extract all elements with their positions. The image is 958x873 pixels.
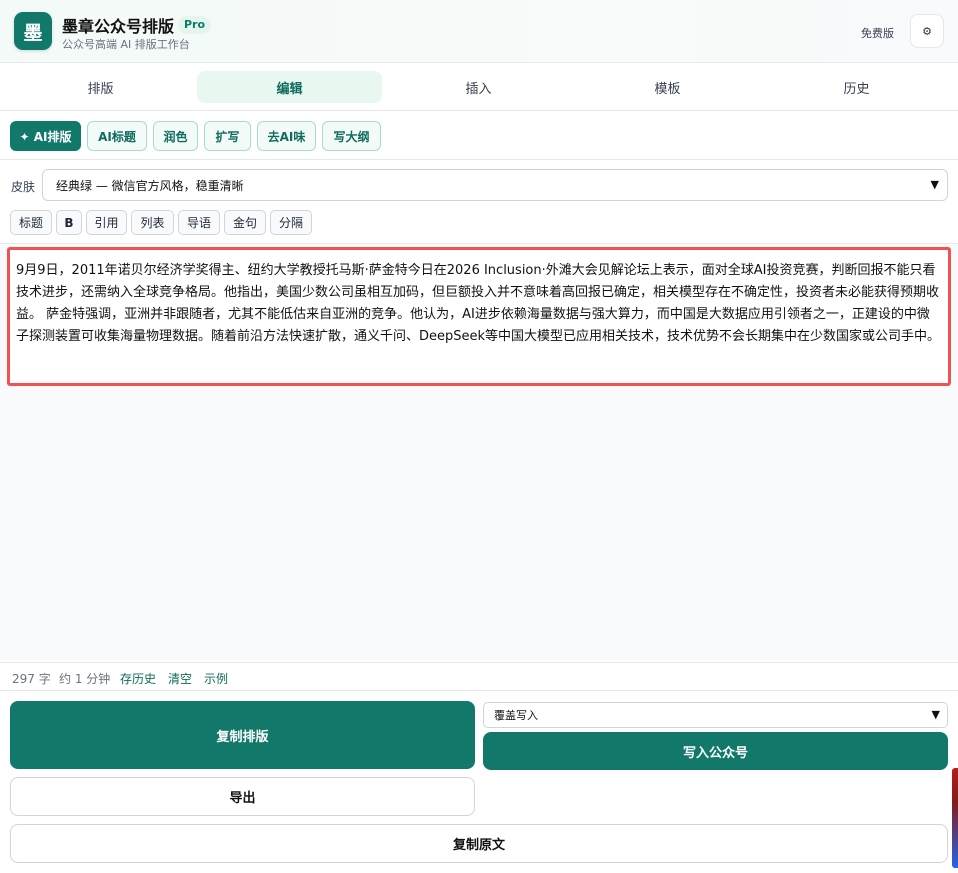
ai-title-button[interactable]: AI标题 [87, 121, 147, 151]
tab-insert[interactable]: 插入 [386, 71, 571, 103]
format-heading-button[interactable]: 标题 [10, 210, 52, 235]
pro-badge: Pro [178, 16, 212, 34]
copy-raw-button[interactable]: 复制原文 [10, 824, 948, 863]
format-bold-button[interactable]: B [56, 210, 82, 235]
chevron-down-icon: ▼ [930, 178, 939, 191]
skin-select[interactable]: 经典绿 — 微信官方风格，稳重清晰 ▼ [42, 169, 948, 201]
tab-history[interactable]: 历史 [764, 71, 949, 103]
read-time: 约 1 分钟 [59, 672, 111, 686]
tab-edit[interactable]: 编辑 [197, 71, 382, 103]
gear-icon: ⚙ [922, 24, 932, 38]
de-ai-button[interactable]: 去AI味 [257, 121, 316, 151]
word-count: 297 字 [12, 672, 51, 686]
settings-button[interactable]: ⚙ [910, 14, 944, 48]
write-mode-value: 覆盖写入 [494, 709, 538, 722]
format-quote-card-button[interactable]: 金句 [224, 210, 266, 235]
outline-button[interactable]: 写大纲 [322, 121, 381, 151]
clear-link[interactable]: 清空 [168, 670, 192, 687]
export-button[interactable]: 导出 [10, 777, 475, 816]
skin-selected-value: 经典绿 — 微信官方风格，稳重清晰 [56, 178, 244, 193]
stats-bar: 297 字 约 1 分钟 存历史 清空 示例 [0, 662, 958, 691]
write-wechat-button[interactable]: 写入公众号 [483, 732, 948, 770]
format-list-button[interactable]: 列表 [131, 210, 174, 235]
floating-side-widget[interactable] [952, 768, 958, 868]
format-lead-button[interactable]: 导语 [178, 210, 220, 235]
main-tabs: 排版 编辑 插入 模板 历史 [0, 64, 958, 111]
example-link[interactable]: 示例 [204, 670, 228, 687]
tab-layout[interactable]: 排版 [8, 71, 193, 103]
editor-area: 9月9日，2011年诺贝尔经济学奖得主、纽约大学教授托马斯·萨金特今日在2026… [0, 243, 958, 661]
format-divider-button[interactable]: 分隔 [270, 210, 312, 235]
skin-label: 皮肤 [11, 180, 36, 194]
expand-button[interactable]: 扩写 [204, 121, 251, 151]
app-logo: 墨 [14, 12, 52, 50]
write-mode-select[interactable]: 覆盖写入 ▼ [483, 702, 948, 728]
chevron-down-icon: ▼ [931, 708, 940, 721]
tab-template[interactable]: 模板 [575, 71, 760, 103]
format-quote-button[interactable]: 引用 [86, 210, 127, 235]
ai-layout-button[interactable]: ✦ AI排版 [10, 121, 81, 151]
app-header: 墨 墨章公众号排版 Pro 公众号高端 AI 排版工作台 免费版 ⚙ [0, 0, 958, 63]
save-history-link[interactable]: 存历史 [120, 670, 156, 687]
copy-layout-button[interactable]: 复制排版 [10, 701, 475, 769]
app-subtitle: 公众号高端 AI 排版工作台 [62, 38, 190, 51]
ai-toolbar: ✦ AI排版 AI标题 润色 扩写 去AI味 写大纲 [0, 112, 958, 160]
plan-label[interactable]: 免费版 [861, 25, 894, 41]
polish-button[interactable]: 润色 [153, 121, 198, 151]
app-title: 墨章公众号排版 [62, 17, 175, 36]
content-editor[interactable]: 9月9日，2011年诺贝尔经济学奖得主、纽约大学教授托马斯·萨金特今日在2026… [7, 247, 951, 386]
